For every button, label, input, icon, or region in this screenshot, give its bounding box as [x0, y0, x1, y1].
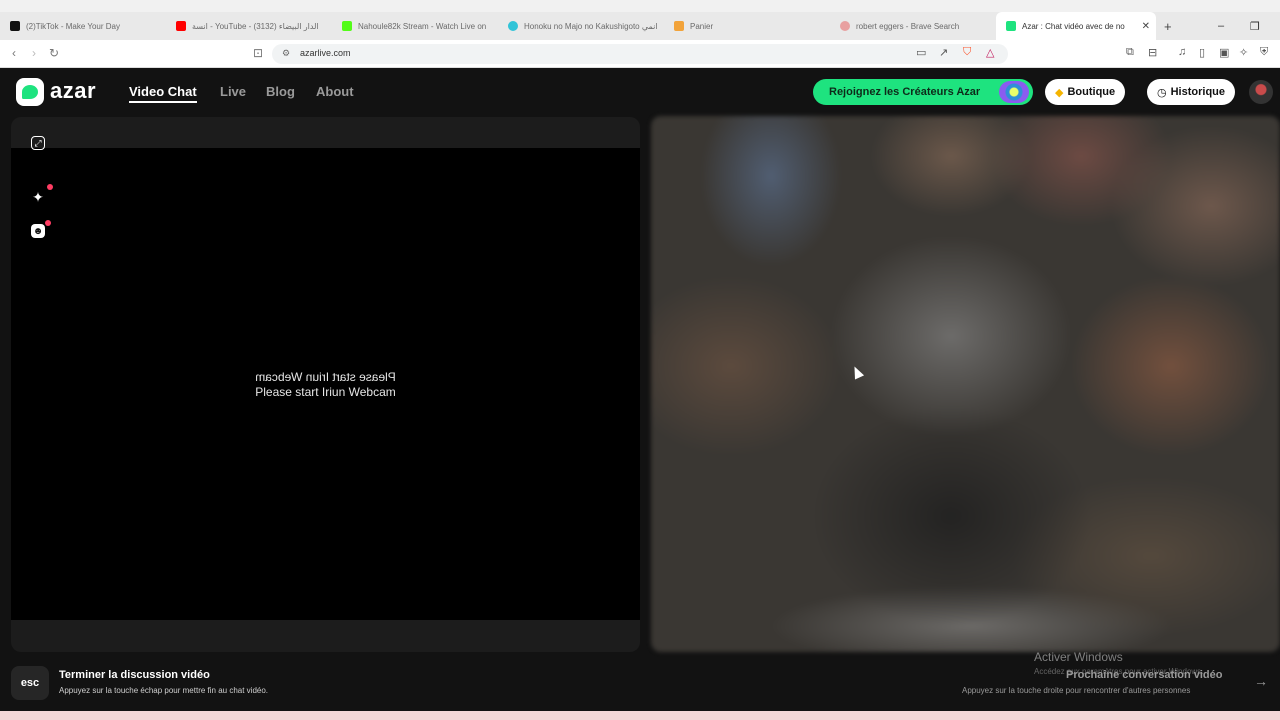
webcam-message: Please start Iriun Webcam — [255, 385, 396, 399]
browser-toolbar: ‹ › ↻ ⊡ ⚙ azarlive.com ▭ ↗ ⛉ △ ⧉ ⊟ ♫ ▯ ▣… — [0, 40, 1280, 68]
leo-ai-icon[interactable]: ✧ — [1239, 46, 1248, 59]
creators-badge-icon — [999, 81, 1029, 103]
brave-rewards-icon[interactable]: △ — [986, 46, 994, 59]
site-info-icon[interactable]: ⚙ — [282, 48, 290, 59]
logo-text[interactable]: azar — [50, 78, 96, 104]
next-chat-title: Prochaine conversation vidéo — [1066, 669, 1223, 681]
webcam-message-mirrored: Please start Iriun Webcam — [255, 370, 396, 384]
tab-label: (2)TikTok - Make Your Day — [26, 21, 120, 31]
partner-video-feed — [651, 116, 1280, 652]
self-video-panel: Please start Iriun Webcam Please start I… — [11, 117, 640, 652]
azar-logo-icon[interactable] — [16, 78, 44, 106]
tab-label: Panier — [690, 21, 714, 31]
esc-key-button[interactable]: esc — [11, 666, 49, 700]
taskbar — [0, 711, 1280, 720]
next-chat-hint: Appuyez sur la touche droite pour rencon… — [962, 686, 1191, 695]
tab-tiktok[interactable]: (2)TikTok - Make Your Day — [0, 12, 166, 40]
tab-anime[interactable]: Honoku no Majo no Kakushigoto انمي — [498, 12, 664, 40]
history-button[interactable]: ◷ Historique — [1147, 79, 1236, 105]
top-edge — [0, 0, 1280, 12]
vpn-icon[interactable]: ⛨ — [1260, 46, 1268, 59]
sticker-icon[interactable]: ☻ — [31, 220, 51, 238]
tab-panier[interactable]: Panier — [664, 12, 830, 40]
sidebar-icon[interactable]: ▯ — [1199, 46, 1205, 59]
screenshot-icon[interactable]: ⊟ — [1148, 46, 1157, 59]
address-bar[interactable]: ⚙ azarlive.com — [272, 44, 1008, 64]
cast-icon[interactable]: ▭ — [916, 46, 926, 59]
clock-icon: ◷ — [1157, 86, 1167, 99]
extensions-icon[interactable]: ⧉ — [1126, 46, 1134, 59]
tab-kick[interactable]: Nahoule82k Stream - Watch Live on — [332, 12, 498, 40]
anime-site-icon — [508, 21, 518, 31]
cart-site-icon — [674, 21, 684, 31]
end-chat-title: Terminer la discussion vidéo — [59, 669, 210, 681]
browser-tab-strip: (2)TikTok - Make Your Day انسة - YouTube… — [0, 12, 1280, 40]
url-text: azarlive.com — [300, 48, 351, 58]
tab-azar[interactable]: Azar : Chat vidéo avec de no ✕ — [996, 12, 1156, 40]
self-video-feed: Please start Iriun Webcam Please start I… — [11, 148, 640, 620]
next-arrow-icon[interactable]: → — [1254, 673, 1268, 689]
bookmark-icon[interactable]: ⊡ — [250, 46, 266, 60]
tab-brave-search[interactable]: robert eggers - Brave Search — [830, 12, 996, 40]
forward-icon[interactable]: › — [26, 46, 42, 60]
tab-label: Azar : Chat vidéo avec de no — [1022, 21, 1125, 31]
tab-label: Nahoule82k Stream - Watch Live on — [358, 21, 487, 31]
brave-shield-icon[interactable]: ⛉ — [963, 46, 971, 59]
tab-youtube[interactable]: انسة - YouTube - (3132) الدار البيضاء — [166, 12, 332, 40]
notification-dot — [47, 184, 53, 190]
kick-icon — [342, 21, 352, 31]
close-tab-icon[interactable]: ✕ — [1142, 21, 1150, 32]
reload-icon[interactable]: ↻ — [46, 46, 62, 60]
new-tab-button[interactable]: + — [1160, 12, 1180, 40]
history-label: Historique — [1170, 86, 1226, 98]
notification-dot — [45, 220, 51, 226]
minimize-button[interactable]: – — [1218, 12, 1224, 40]
nav-blog[interactable]: Blog — [266, 84, 295, 99]
tab-label: Honoku no Majo no Kakushigoto انمي — [524, 21, 658, 31]
back-icon[interactable]: ‹ — [6, 46, 22, 60]
azar-favicon-icon — [1006, 21, 1016, 31]
youtube-icon — [176, 21, 186, 31]
restore-button[interactable]: ❐ — [1250, 12, 1260, 40]
nav-live[interactable]: Live — [220, 84, 246, 99]
shop-button[interactable]: ◆ Boutique — [1045, 79, 1126, 105]
join-creators-button[interactable]: Rejoignez les Créateurs Azar — [813, 79, 1033, 105]
expand-icon[interactable]: ⤢ — [31, 136, 45, 150]
search-site-icon — [840, 21, 850, 31]
share-icon[interactable]: ↗ — [939, 46, 948, 59]
tab-label: انسة - YouTube - (3132) الدار البيضاء — [192, 21, 319, 31]
shop-label: Boutique — [1067, 86, 1116, 98]
site-header: azar Video Chat Live Blog About Rejoigne… — [0, 68, 1280, 116]
end-chat-hint: Appuyez sur la touche échap pour mettre … — [59, 686, 269, 695]
nav-about[interactable]: About — [316, 84, 354, 99]
sparkle-icon[interactable]: ✦ — [29, 184, 53, 206]
gem-icon: ◆ — [1055, 86, 1064, 99]
tab-label: robert eggers - Brave Search — [856, 21, 960, 31]
avatar[interactable] — [1249, 80, 1273, 104]
wallet-icon[interactable]: ▣ — [1219, 46, 1229, 59]
music-icon[interactable]: ♫ — [1178, 46, 1186, 58]
tiktok-icon — [10, 21, 20, 31]
windows-activation-title: Activer Windows — [1034, 650, 1123, 664]
nav-video-chat[interactable]: Video Chat — [129, 84, 197, 103]
join-creators-label: Rejoignez les Créateurs Azar — [829, 86, 981, 98]
